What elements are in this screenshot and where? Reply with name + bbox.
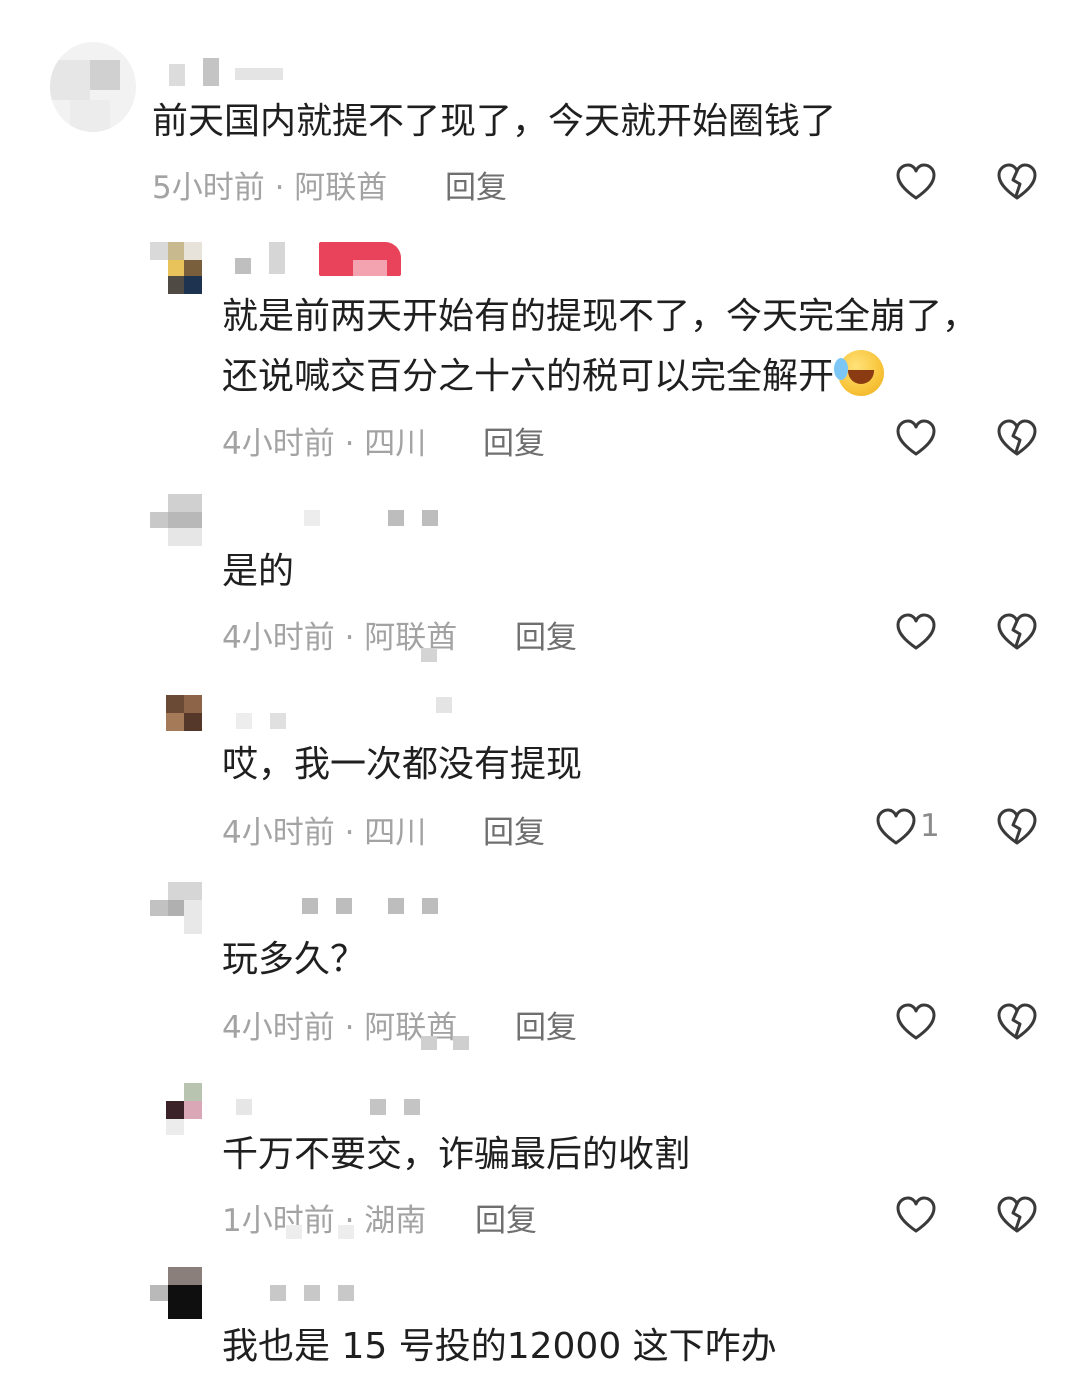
broken-heart-icon[interactable]: [996, 418, 1038, 458]
comment-text-line2: 还说喊交百分之十六的税可以完全解开: [222, 347, 885, 407]
like-count: 1: [920, 808, 940, 844]
comment-text: 千万不要交，诈骗最后的收割: [222, 1134, 691, 1175]
comment-meta: 4小时前 · 四川: [222, 815, 427, 851]
comment-text: 哎，我一次都没有提现: [222, 744, 583, 785]
comment-time: 4小时前: [222, 426, 335, 462]
avatar[interactable]: [150, 494, 202, 546]
comment-item: 前天国内就提不了现了，今天就开始圈钱了 5小时前 · 阿联酋 回复: [0, 0, 1080, 230]
broken-heart-icon[interactable]: [996, 1002, 1038, 1042]
comment-text: 玩多久？: [222, 939, 367, 980]
comment-time: 4小时前: [222, 815, 335, 851]
avatar[interactable]: [166, 1083, 202, 1135]
heart-outline-icon[interactable]: [895, 162, 937, 202]
heart-outline-icon[interactable]: [895, 612, 937, 652]
reply-item: 是的 4小时前 · 阿联酋 回复: [0, 490, 1080, 685]
reply-item: 哎，我一次都没有提现 4小时前 · 四川 回复 1: [0, 685, 1080, 880]
comment-time: 4小时前: [222, 1010, 335, 1046]
comment-text: 前天国内就提不了现了，今天就开始圈钱了: [152, 101, 837, 142]
reply-item: 玩多久？ 4小时前 · 阿联酋 回复: [0, 880, 1080, 1075]
reply-button[interactable]: 回复: [483, 418, 545, 463]
reply-button[interactable]: 回复: [475, 1195, 537, 1240]
comment-meta: 4小时前 · 四川: [222, 426, 427, 462]
laughing-crying-emoji-icon: [834, 350, 885, 396]
username-blurred[interactable]: [234, 697, 464, 729]
heart-outline-icon[interactable]: [895, 1195, 937, 1235]
comment-text: 是的: [222, 551, 295, 592]
username-blurred[interactable]: [268, 1285, 368, 1315]
username-blurred[interactable]: [235, 242, 415, 278]
broken-heart-icon[interactable]: [996, 1195, 1038, 1235]
comment-text: 我也是 15 号投的12000 这下咋办: [222, 1326, 777, 1367]
reply-item: 就是前两天开始有的提现不了，今天完全崩了， 还说喊交百分之十六的税可以完全解开 …: [0, 230, 1080, 490]
broken-heart-icon[interactable]: [996, 162, 1038, 202]
avatar[interactable]: [50, 42, 136, 132]
comment-time: 1小时前: [222, 1203, 335, 1239]
avatar[interactable]: [150, 1267, 202, 1319]
comment-text: 就是前两天开始有的提现不了，今天完全崩了，: [222, 296, 979, 337]
reply-button[interactable]: 回复: [515, 612, 577, 657]
comment-location: 四川: [364, 426, 427, 462]
comment-location: 湖南: [364, 1203, 427, 1239]
broken-heart-icon[interactable]: [996, 612, 1038, 652]
reply-button[interactable]: 回复: [515, 1002, 577, 1047]
comment-location: 四川: [364, 815, 427, 851]
heart-outline-icon[interactable]: [895, 1002, 937, 1042]
comment-location: 阿联酋: [294, 170, 388, 206]
comment-time: 4小时前: [222, 620, 335, 656]
username-blurred[interactable]: [300, 510, 450, 540]
comment-location: 阿联酋: [364, 620, 458, 656]
comment-location: 阿联酋: [364, 1010, 458, 1046]
comment-meta: 5小时前 · 阿联酋: [152, 170, 388, 206]
comment-meta: 1小时前 · 湖南: [222, 1203, 427, 1239]
reply-button[interactable]: 回复: [483, 807, 545, 852]
broken-heart-icon[interactable]: [996, 807, 1038, 847]
heart-outline-icon[interactable]: [895, 418, 937, 458]
avatar[interactable]: [150, 242, 202, 294]
heart-outline-icon[interactable]: [875, 807, 917, 847]
reply-button[interactable]: 回复: [445, 162, 507, 207]
avatar[interactable]: [166, 695, 202, 731]
reply-item: 千万不要交，诈骗最后的收割 1小时前 · 湖南 回复: [0, 1075, 1080, 1265]
username-blurred[interactable]: [300, 898, 450, 928]
avatar[interactable]: [150, 882, 202, 934]
comment-time: 5小时前: [152, 170, 265, 206]
reply-item: 我也是 15 号投的12000 这下咋办: [0, 1265, 1080, 1367]
username-blurred[interactable]: [165, 58, 285, 88]
